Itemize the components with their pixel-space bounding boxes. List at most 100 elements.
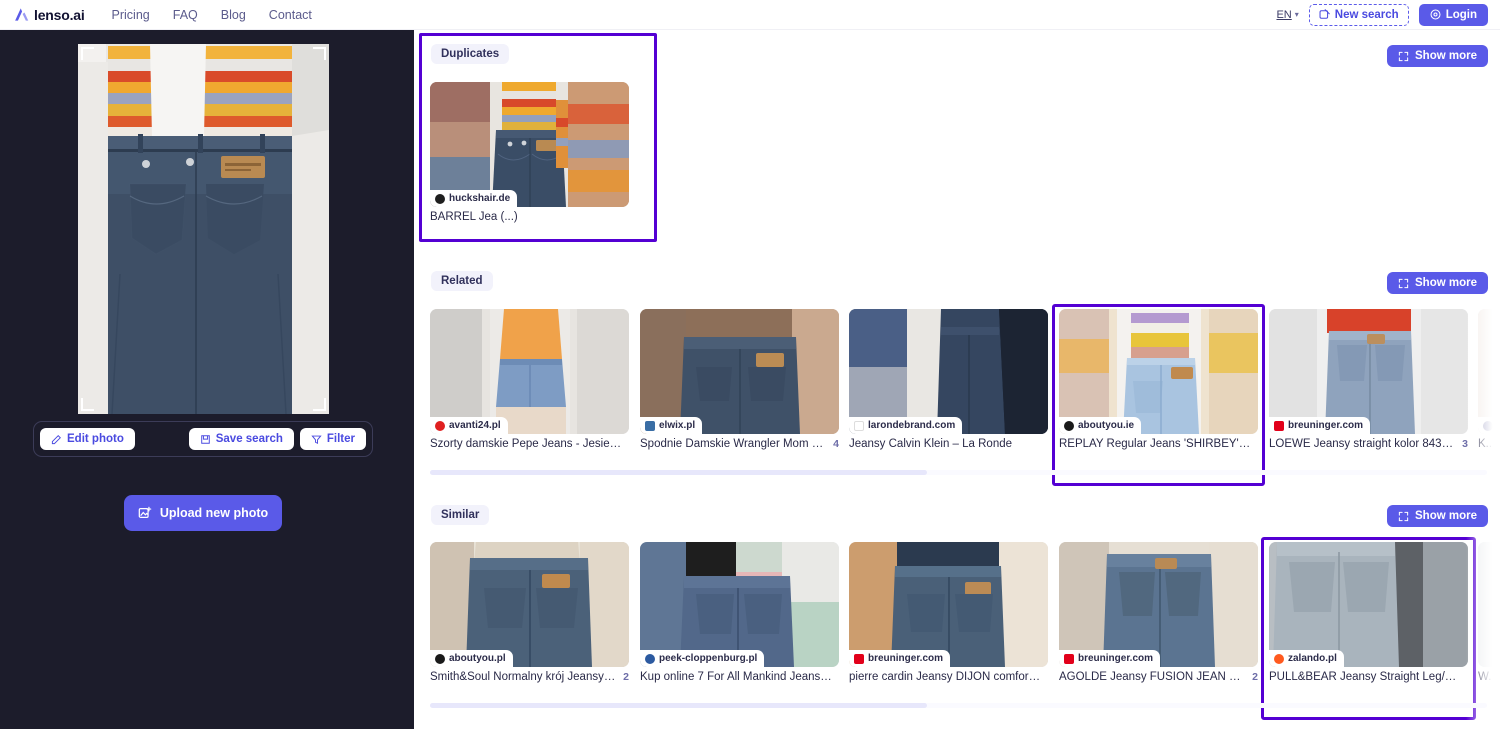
related-card-thumbnail[interactable]: K... xyxy=(1478,309,1500,434)
duplicate-card-domain: huckshair.de xyxy=(430,190,518,207)
similar-card-thumbnail[interactable] xyxy=(1478,542,1500,667)
crop-handle-bottom-left[interactable] xyxy=(81,398,94,411)
related-card-domain: K... xyxy=(1478,417,1500,434)
related-card[interactable]: aboutyou.ie REPLAY Regular Jeans 'SHIRBE… xyxy=(1059,309,1258,450)
similar-card-partial[interactable]: W... xyxy=(1478,542,1500,683)
similar-card-domain-label: zalando.pl xyxy=(1288,653,1337,664)
section-label-duplicates: Duplicates xyxy=(431,44,510,64)
show-more-similar-button[interactable]: Show more xyxy=(1387,505,1488,527)
results-area: Duplicates Show more huckshair.de BARREL… xyxy=(414,30,1500,729)
crop-handle-top-right[interactable] xyxy=(313,47,326,60)
expand-icon xyxy=(1398,51,1409,62)
related-card[interactable]: elwix.pl Spodnie Damskie Wrangler Mom St… xyxy=(640,309,839,450)
save-search-icon xyxy=(200,434,211,445)
photo-action-bar: Edit photo Save search Filter xyxy=(33,421,373,457)
similar-card-domain-label: breuninger.com xyxy=(1078,653,1154,664)
similar-card[interactable]: aboutyou.pl Smith&Soul Normalny krój Jea… xyxy=(430,542,629,683)
duplicate-card-caption: BARREL Jea (...) xyxy=(430,211,629,223)
similar-card-domain-label: breuninger.com xyxy=(868,653,944,664)
similar-card-caption: PULL&BEAR Jeansy Straight Leg/szaronie..… xyxy=(1269,671,1468,683)
similar-scrollbar[interactable] xyxy=(430,703,1487,708)
nav-item-pricing[interactable]: Pricing xyxy=(112,8,150,22)
section-label-similar: Similar xyxy=(431,505,490,525)
query-photo-image xyxy=(78,44,329,414)
related-card-domain-label: avanti24.pl xyxy=(449,420,501,431)
related-card-thumbnail[interactable]: breuninger.com xyxy=(1269,309,1468,434)
related-card-caption: REPLAY Regular Jeans 'SHIRBEY' in Blue .… xyxy=(1059,438,1258,450)
similar-card[interactable]: zalando.pl PULL&BEAR Jeansy Straight Leg… xyxy=(1269,542,1468,683)
similar-card-thumbnail[interactable]: peek-cloppenburg.pl xyxy=(640,542,839,667)
query-photo[interactable] xyxy=(78,44,329,414)
brand-name: lenso.ai xyxy=(34,6,85,23)
related-card-domain: avanti24.pl xyxy=(430,417,508,434)
main-nav: Pricing FAQ Blog Contact xyxy=(112,8,312,22)
similar-card-title: AGOLDE Jeansy FUSION JEAN kolor a... xyxy=(1059,671,1246,683)
favicon-icon xyxy=(645,420,655,431)
similar-card-caption: Kup online 7 For All Mankind Jeansy z sz… xyxy=(640,671,839,683)
query-side-panel: Edit photo Save search Filter Upload new… xyxy=(0,30,414,729)
similar-card-thumbnail[interactable]: breuninger.com xyxy=(849,542,1048,667)
similar-card-domain: peek-cloppenburg.pl xyxy=(640,650,765,667)
related-card-thumbnail[interactable]: elwix.pl xyxy=(640,309,839,434)
related-card-domain-label: elwix.pl xyxy=(659,420,696,431)
brand-logo-group[interactable]: lenso.ai xyxy=(14,7,85,23)
related-card[interactable]: larondebrand.com Jeansy Calvin Klein – L… xyxy=(849,309,1048,450)
related-card-partial[interactable]: K... K... xyxy=(1478,309,1500,450)
similar-card-domain: zalando.pl xyxy=(1269,650,1344,667)
related-card-count: 3 xyxy=(1462,438,1468,450)
related-scrollbar-thumb[interactable] xyxy=(430,470,927,475)
nav-item-faq[interactable]: FAQ xyxy=(173,8,198,22)
show-more-label: Show more xyxy=(1415,510,1477,522)
related-card[interactable]: breuninger.com LOEWE Jeansy straight kol… xyxy=(1269,309,1468,450)
related-card-title: REPLAY Regular Jeans 'SHIRBEY' in Blue .… xyxy=(1059,438,1252,450)
similar-card-thumbnail[interactable]: breuninger.com xyxy=(1059,542,1258,667)
related-card-count: 4 xyxy=(833,438,839,450)
page-root: lenso.ai Pricing FAQ Blog Contact EN ▾ N… xyxy=(0,0,1500,729)
login-button[interactable]: Login xyxy=(1418,3,1488,26)
related-card-domain-label: aboutyou.ie xyxy=(1078,420,1135,431)
language-selector[interactable]: EN ▾ xyxy=(1276,9,1298,21)
similar-card-domain-label: aboutyou.pl xyxy=(449,653,506,664)
related-card-thumbnail[interactable]: larondebrand.com xyxy=(849,309,1048,434)
nav-item-blog[interactable]: Blog xyxy=(221,8,246,22)
crop-handle-bottom-right[interactable] xyxy=(313,398,326,411)
similar-card-title: Smith&Soul Normalny krój Jeansy w k... xyxy=(430,671,618,683)
edit-photo-button[interactable]: Edit photo xyxy=(40,428,135,450)
similar-card[interactable]: peek-cloppenburg.pl Kup online 7 For All… xyxy=(640,542,839,683)
login-label: Login xyxy=(1445,8,1477,21)
favicon-icon xyxy=(1064,653,1074,664)
related-card-thumbnail[interactable]: aboutyou.ie xyxy=(1059,309,1258,434)
new-search-button[interactable]: New search xyxy=(1308,3,1409,26)
favicon-icon xyxy=(854,653,864,664)
similar-scrollbar-thumb[interactable] xyxy=(430,703,927,708)
new-search-icon xyxy=(1319,9,1330,20)
similar-card-thumbnail[interactable]: zalando.pl xyxy=(1269,542,1468,667)
similar-card[interactable]: breuninger.com AGOLDE Jeansy FUSION JEAN… xyxy=(1059,542,1258,683)
filter-button[interactable]: Filter xyxy=(299,428,366,450)
favicon-icon xyxy=(435,193,445,204)
show-more-duplicates-button[interactable]: Show more xyxy=(1387,45,1488,67)
language-value: EN xyxy=(1276,8,1292,21)
similar-card-thumbnail[interactable]: aboutyou.pl xyxy=(430,542,629,667)
similar-card-caption: Smith&Soul Normalny krój Jeansy w k... 2 xyxy=(430,671,629,683)
crop-handle-top-left[interactable] xyxy=(81,47,94,60)
related-scrollbar[interactable] xyxy=(430,470,1487,475)
show-more-label: Show more xyxy=(1415,50,1477,62)
duplicate-card-thumbnail[interactable]: huckshair.de xyxy=(430,82,629,207)
related-card-caption: K... xyxy=(1478,438,1500,450)
show-more-related-button[interactable]: Show more xyxy=(1387,272,1488,294)
duplicate-card-domain-label: huckshair.de xyxy=(449,193,511,204)
related-card[interactable]: avanti24.pl Szorty damskie Pepe Jeans - … xyxy=(430,309,629,450)
save-search-button[interactable]: Save search xyxy=(188,428,294,450)
favicon-icon xyxy=(1274,420,1284,431)
nav-item-contact[interactable]: Contact xyxy=(269,8,312,22)
duplicate-card[interactable]: huckshair.de BARREL Jea (...) xyxy=(430,82,629,223)
favicon-icon xyxy=(1274,653,1284,664)
similar-card-domain-label: peek-cloppenburg.pl xyxy=(659,653,758,664)
filter-icon xyxy=(311,434,322,445)
related-card-thumbnail[interactable]: avanti24.pl xyxy=(430,309,629,434)
upload-new-photo-button[interactable]: Upload new photo xyxy=(124,495,282,531)
similar-card-title: W... xyxy=(1478,671,1498,683)
similar-card[interactable]: breuninger.com pierre cardin Jeansy DIJO… xyxy=(849,542,1048,683)
related-card-title: LOEWE Jeansy straight kolor 8438 wa... xyxy=(1269,438,1457,450)
